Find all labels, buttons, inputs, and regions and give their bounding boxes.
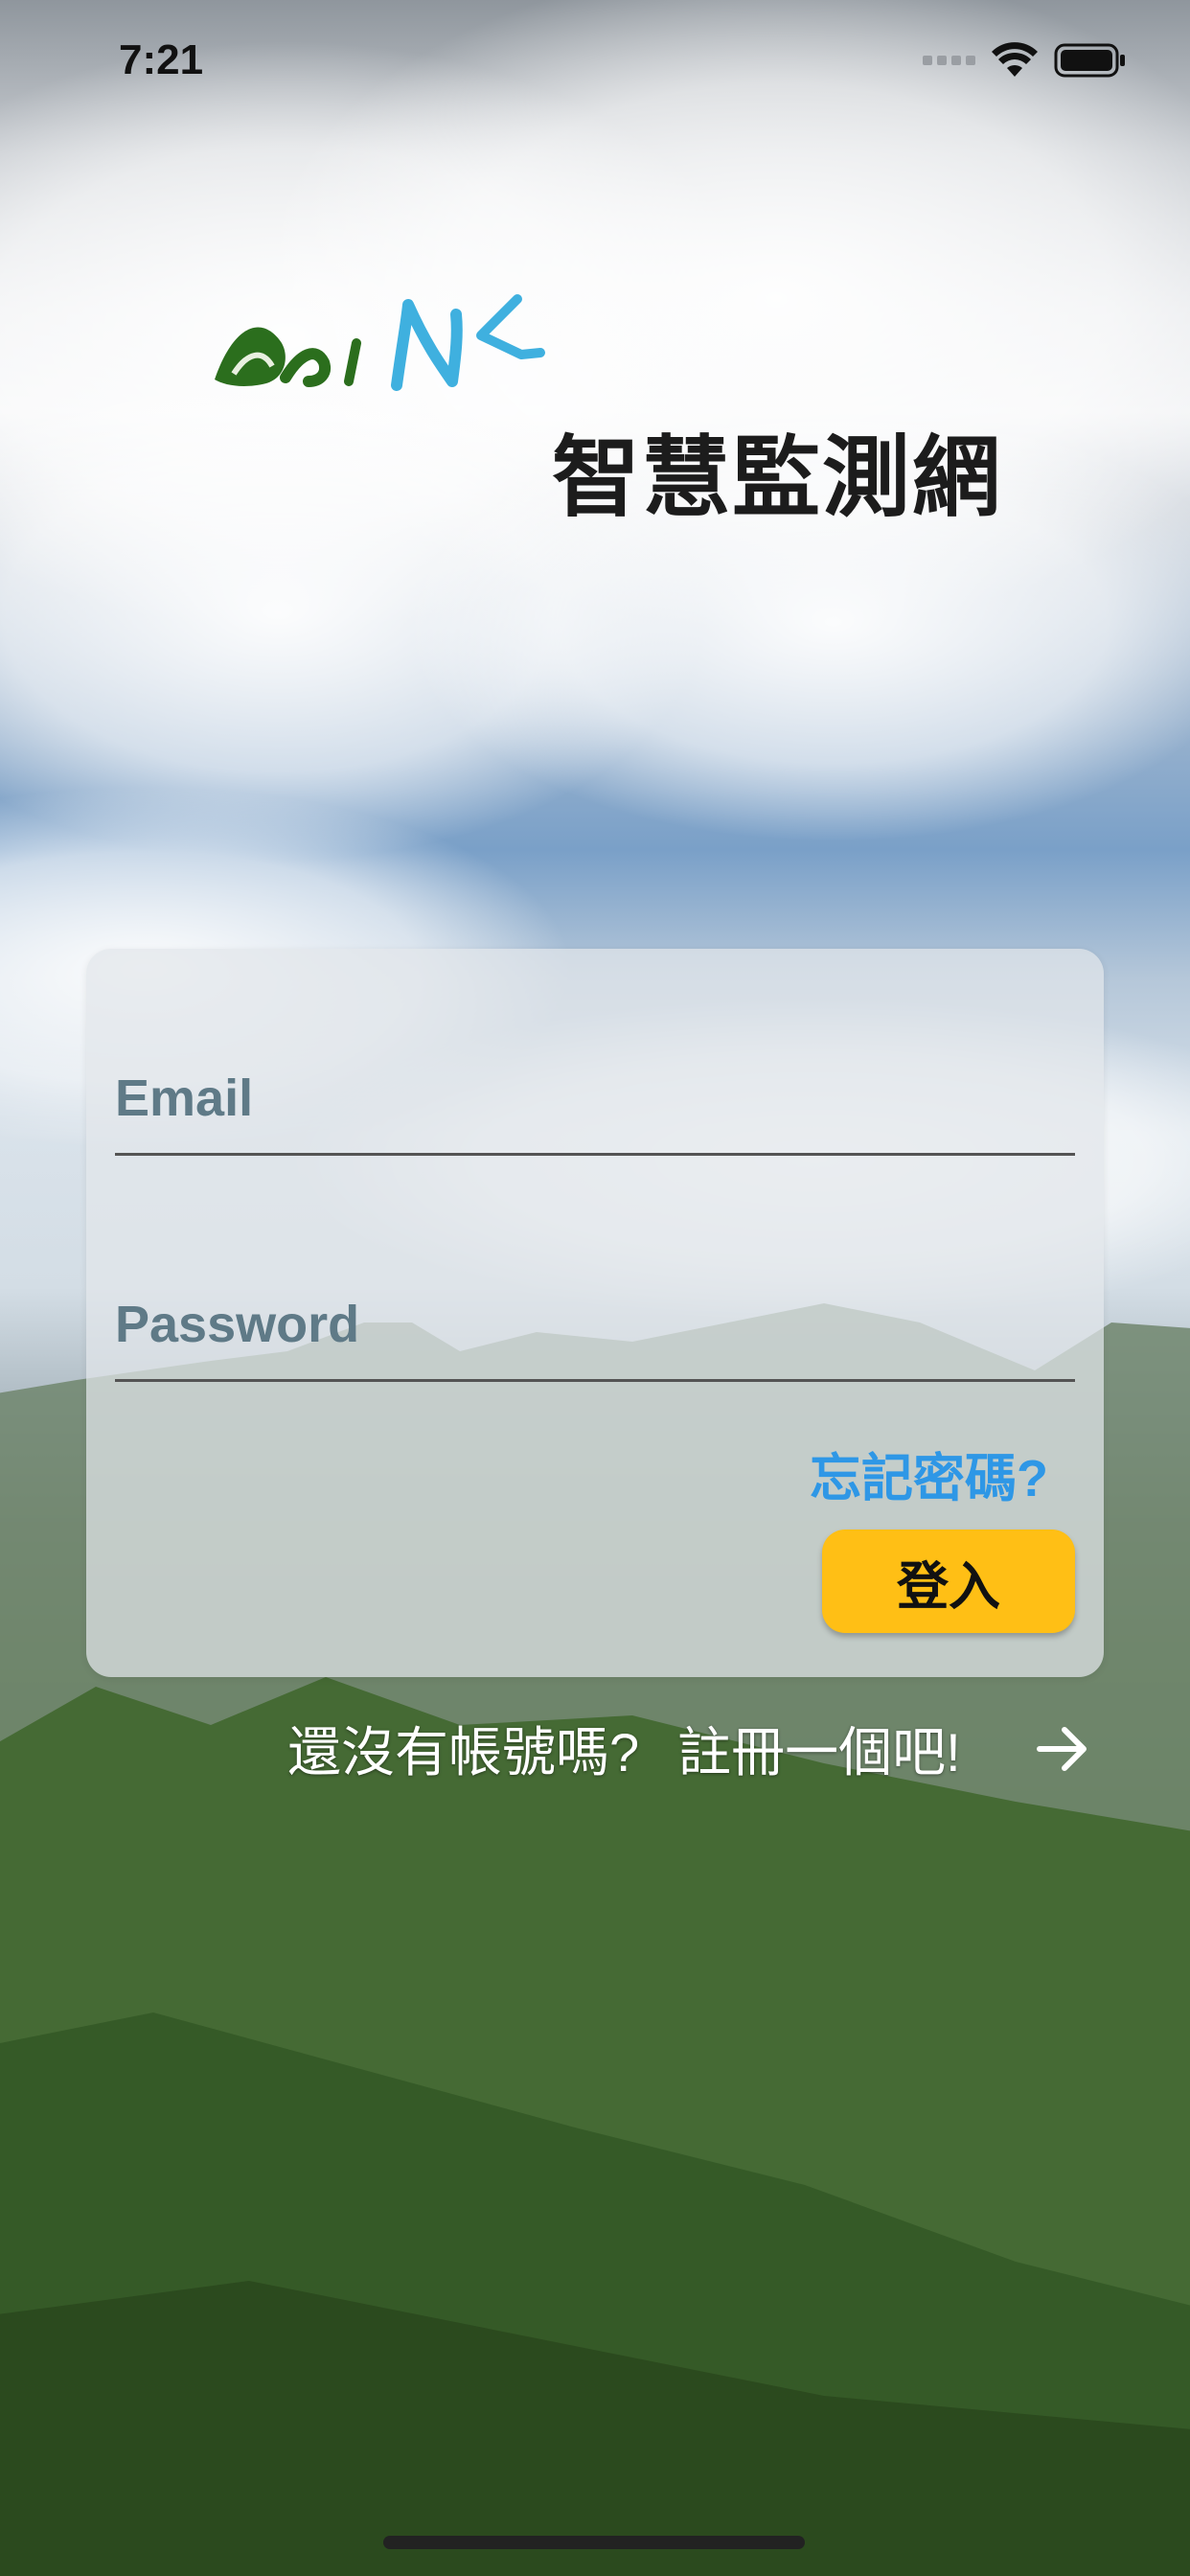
status-icons [923,42,1127,79]
forgot-password-link[interactable]: 忘記密碼? [810,1436,1048,1511]
email-field[interactable] [115,1069,1075,1128]
email-field-container [115,1050,1075,1156]
signal-icon [923,56,975,65]
login-card: 忘記密碼? 登入 [86,949,1104,1677]
login-button[interactable]: 登入 [822,1530,1075,1633]
battery-icon [1054,43,1125,78]
register-link[interactable]: 註冊一個吧! [677,1710,961,1787]
wifi-icon [992,42,1038,77]
login-screen: 7:21 智慧監測網 忘記密碼? 登入 [0,0,1190,2576]
aini-logo [215,294,545,391]
register-prompt: 還沒有帳號嗎? [287,1722,640,1782]
home-indicator [383,2536,805,2549]
password-field-container [115,1276,1075,1382]
register-row[interactable]: 還沒有帳號嗎? 註冊一個吧! [287,1710,1089,1787]
app-title: 智慧監測網 [552,429,1003,527]
arrow-right-icon[interactable] [1036,1725,1089,1773]
status-time: 7:21 [119,36,204,83]
password-field[interactable] [115,1295,1075,1354]
